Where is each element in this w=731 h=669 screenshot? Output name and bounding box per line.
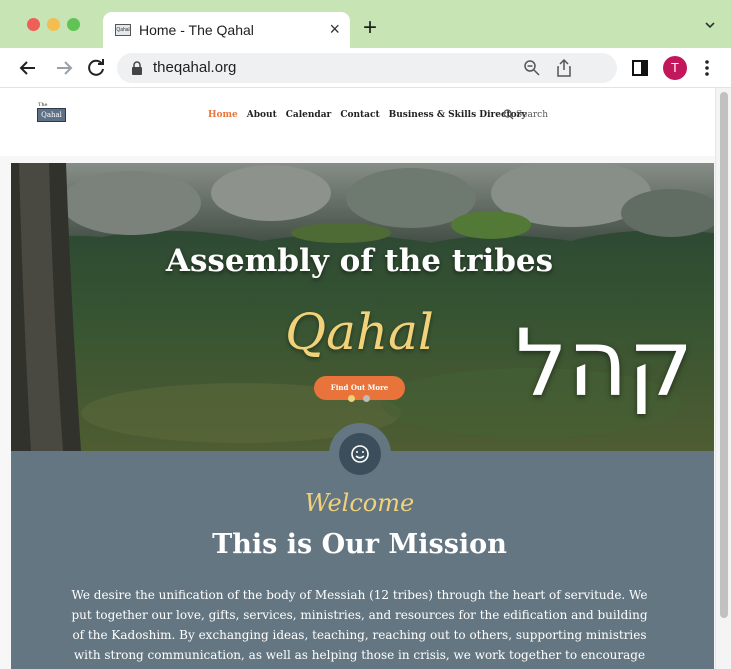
zoom-out-icon[interactable] [523,59,541,77]
window-zoom-button[interactable] [67,18,80,31]
nav-home[interactable]: Home [208,110,238,120]
mission-body: We desire the unification of the body of… [71,588,648,669]
browser-toolbar: theqahal.org T [0,48,731,88]
slider-dots [348,395,370,402]
slide-dot-1[interactable] [348,395,355,402]
smile-icon [351,445,369,463]
slide-dot-2[interactable] [363,395,370,402]
window-minimize-button[interactable] [47,18,60,31]
site-header: The Qahal Home About Calendar Contact Bu… [0,88,715,156]
side-panel-icon[interactable] [632,60,648,76]
tab-favicon-icon: Qahal [115,24,131,36]
welcome-script: Welcome [304,489,415,517]
site-logo[interactable]: The Qahal [37,102,67,124]
site-search[interactable]: Search [503,109,548,120]
window-close-button[interactable] [27,18,40,31]
hebrew-qahal-text: קהל [515,310,693,417]
search-icon[interactable] [503,109,514,120]
nav-contact[interactable]: Contact [340,110,379,120]
tab-search-chevron-icon[interactable] [705,20,715,30]
active-tab[interactable]: Qahal Home - The Qahal × [103,12,350,48]
lock-icon[interactable] [131,61,143,75]
search-placeholder[interactable]: Search [516,110,548,120]
mission-section: Welcome This is Our Mission We desire th… [11,423,714,669]
page-viewport: The Qahal Home About Calendar Contact Bu… [0,88,715,669]
mission-title: This is Our Mission [212,529,507,560]
nav-about[interactable]: About [247,110,277,120]
address-bar[interactable]: theqahal.org [117,53,617,83]
scrollbar-thumb[interactable] [720,92,728,618]
forward-arrow-icon[interactable] [52,56,76,80]
smile-badge [339,433,381,475]
share-icon[interactable] [555,58,573,78]
page-scrollbar[interactable] [715,88,731,669]
hero-title: Assembly of the tribes [165,243,554,279]
url-text[interactable]: theqahal.org [153,59,236,76]
browser-tab-strip: Qahal Home - The Qahal × + [0,0,731,48]
hero-banner: Assembly of the tribes Qahal קהל Find Ou… [11,163,714,451]
tab-close-button[interactable]: × [329,19,340,39]
nav-calendar[interactable]: Calendar [286,110,332,120]
back-arrow-icon[interactable] [16,56,40,80]
main-navigation: Home About Calendar Contact Business & S… [208,110,527,120]
logo-main-text: Qahal [37,108,66,122]
new-tab-button[interactable]: + [363,16,377,40]
tab-title: Home - The Qahal [139,22,254,38]
profile-avatar[interactable]: T [663,56,687,80]
reload-icon[interactable] [84,56,108,80]
more-menu-icon[interactable] [700,58,714,78]
